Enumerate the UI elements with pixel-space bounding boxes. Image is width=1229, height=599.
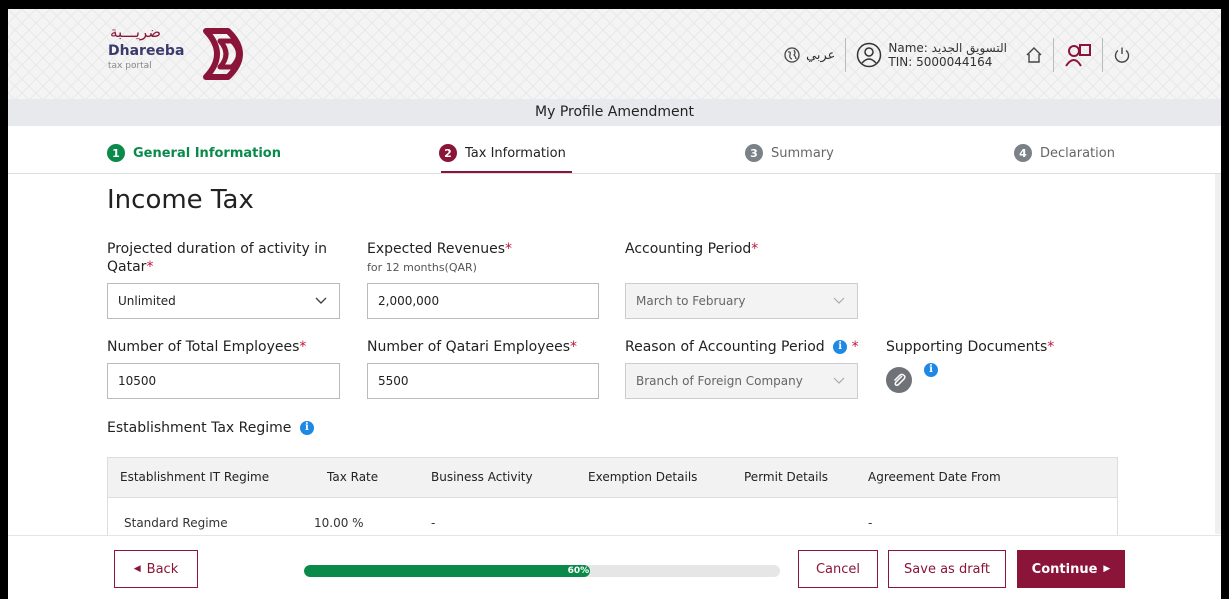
user-info[interactable]: Name: التسويق الجديد TIN: 5000044164	[856, 41, 1007, 69]
duration-value: Unlimited	[118, 294, 176, 308]
regime-label: Establishment Tax Regime i	[107, 419, 314, 437]
total-employees-input[interactable]: 10500	[107, 363, 340, 399]
wizard-stepper: 1 General Information 2 Tax Information …	[8, 136, 1221, 174]
continue-label: Continue	[1031, 561, 1098, 577]
power-icon[interactable]	[1113, 46, 1131, 64]
accounting-period-select[interactable]: March to February	[625, 283, 858, 319]
accounting-period-value: March to February	[636, 294, 746, 308]
header-actions: عربي Name: التسويق الجديد TIN: 500004416…	[784, 37, 1131, 73]
header-divider	[845, 38, 847, 72]
column-header: Exemption Details	[588, 470, 698, 484]
table-header: Establishment IT Regime Tax Rate Busines…	[108, 458, 1117, 498]
step-label: Declaration	[1040, 145, 1115, 161]
info-icon[interactable]: i	[299, 421, 314, 435]
step-number: 1	[107, 144, 125, 162]
logo-subtitle: tax portal	[108, 61, 152, 71]
step-number: 4	[1014, 144, 1032, 162]
supporting-docs-label: Supporting Documents*	[886, 339, 1055, 355]
regime-table: Establishment IT Regime Tax Rate Busines…	[107, 457, 1118, 545]
reason-period-select[interactable]: Branch of Foreign Company	[625, 363, 858, 399]
reason-period-value: Branch of Foreign Company	[636, 374, 803, 388]
income-tax-form: Income Tax Projected duration of activit…	[8, 177, 1221, 545]
progress-bar: 60%	[304, 565, 780, 577]
step-summary[interactable]: 3 Summary	[745, 144, 834, 162]
step-tax-information[interactable]: 2 Tax Information	[439, 144, 566, 162]
revenues-sublabel: for 12 months(QAR)	[367, 261, 477, 274]
page-title: My Profile Amendment	[8, 99, 1221, 126]
step-declaration[interactable]: 4 Declaration	[1014, 144, 1115, 162]
header-divider	[1053, 38, 1054, 72]
revenues-input[interactable]: 2,000,000	[367, 283, 599, 319]
user-circle-icon	[856, 42, 882, 68]
app-window: ضريـــبة Dhareeba tax portal عربي Name: …	[8, 9, 1221, 599]
info-icon[interactable]: i	[833, 340, 848, 354]
qatari-employees-input[interactable]: 5500	[367, 363, 599, 399]
paperclip-icon	[891, 372, 907, 388]
language-switch[interactable]: عربي	[784, 47, 835, 63]
revenues-label: Expected Revenues*	[367, 241, 513, 257]
attach-document-button[interactable]	[886, 367, 912, 393]
caret-right-icon: ▶	[1103, 564, 1111, 574]
caret-left-icon: ◀	[133, 564, 141, 574]
table-cell: -	[431, 516, 436, 530]
user-name: Name: التسويق الجديد	[888, 41, 1007, 55]
table-cell: Standard Regime	[124, 516, 228, 530]
back-button[interactable]: ◀ Back	[114, 550, 198, 588]
column-header: Business Activity	[431, 470, 533, 484]
info-icon[interactable]: i	[924, 363, 938, 377]
logo-arabic-text: ضريـــبة	[110, 23, 161, 41]
column-header: Tax Rate	[327, 470, 379, 484]
language-label: عربي	[805, 47, 836, 63]
top-header: ضريـــبة Dhareeba tax portal عربي Name: …	[8, 9, 1221, 99]
column-header: Establishment IT Regime	[120, 470, 270, 484]
column-header: Agreement Date From	[868, 470, 1001, 484]
cancel-button[interactable]: Cancel	[798, 550, 878, 588]
chevron-down-icon	[833, 284, 845, 331]
duration-select[interactable]: Unlimited	[107, 283, 340, 319]
accounting-period-label: Accounting Period*	[625, 241, 759, 257]
step-number: 2	[439, 144, 457, 162]
progress-fill	[304, 565, 590, 577]
home-icon[interactable]	[1025, 46, 1043, 64]
dhareeba-logo[interactable]: ضريـــبة Dhareeba tax portal	[106, 23, 266, 87]
continue-button[interactable]: Continue ▶	[1017, 550, 1125, 588]
active-step-indicator	[441, 171, 572, 173]
logo-english-text: Dhareeba	[108, 43, 185, 59]
column-header: Permit Details	[744, 470, 829, 484]
total-employees-label: Number of Total Employees*	[107, 339, 307, 355]
wizard-footer: ◀ Back 60% Cancel Save as draft Continue…	[8, 535, 1221, 599]
step-label: Summary	[771, 145, 834, 161]
table-cell: 10.00 %	[314, 516, 364, 530]
globe-icon	[784, 47, 800, 63]
step-label: Tax Information	[465, 145, 566, 161]
header-divider	[1102, 38, 1103, 72]
step-general-information[interactable]: 1 General Information	[107, 144, 281, 162]
logo-mark-icon	[203, 28, 243, 80]
scrollbar[interactable]	[1215, 174, 1221, 534]
duration-label: Projected duration of activity in Qatar*	[107, 241, 327, 275]
table-cell: -	[868, 516, 873, 530]
back-label: Back	[146, 561, 179, 577]
step-label: General Information	[133, 145, 281, 161]
save-draft-button[interactable]: Save as draft	[888, 550, 1006, 588]
user-tin: TIN: 5000044164	[888, 55, 993, 69]
users-icon[interactable]	[1064, 41, 1092, 69]
chevron-down-icon	[315, 284, 327, 331]
progress-text: 60%	[567, 566, 590, 576]
reason-period-label: Reason of Accounting Period i *	[625, 339, 859, 355]
user-details: Name: التسويق الجديد TIN: 5000044164	[888, 41, 1007, 69]
section-title: Income Tax	[107, 185, 254, 215]
chevron-down-icon	[833, 364, 845, 411]
step-number: 3	[745, 144, 763, 162]
qatari-employees-label: Number of Qatari Employees*	[367, 339, 578, 355]
